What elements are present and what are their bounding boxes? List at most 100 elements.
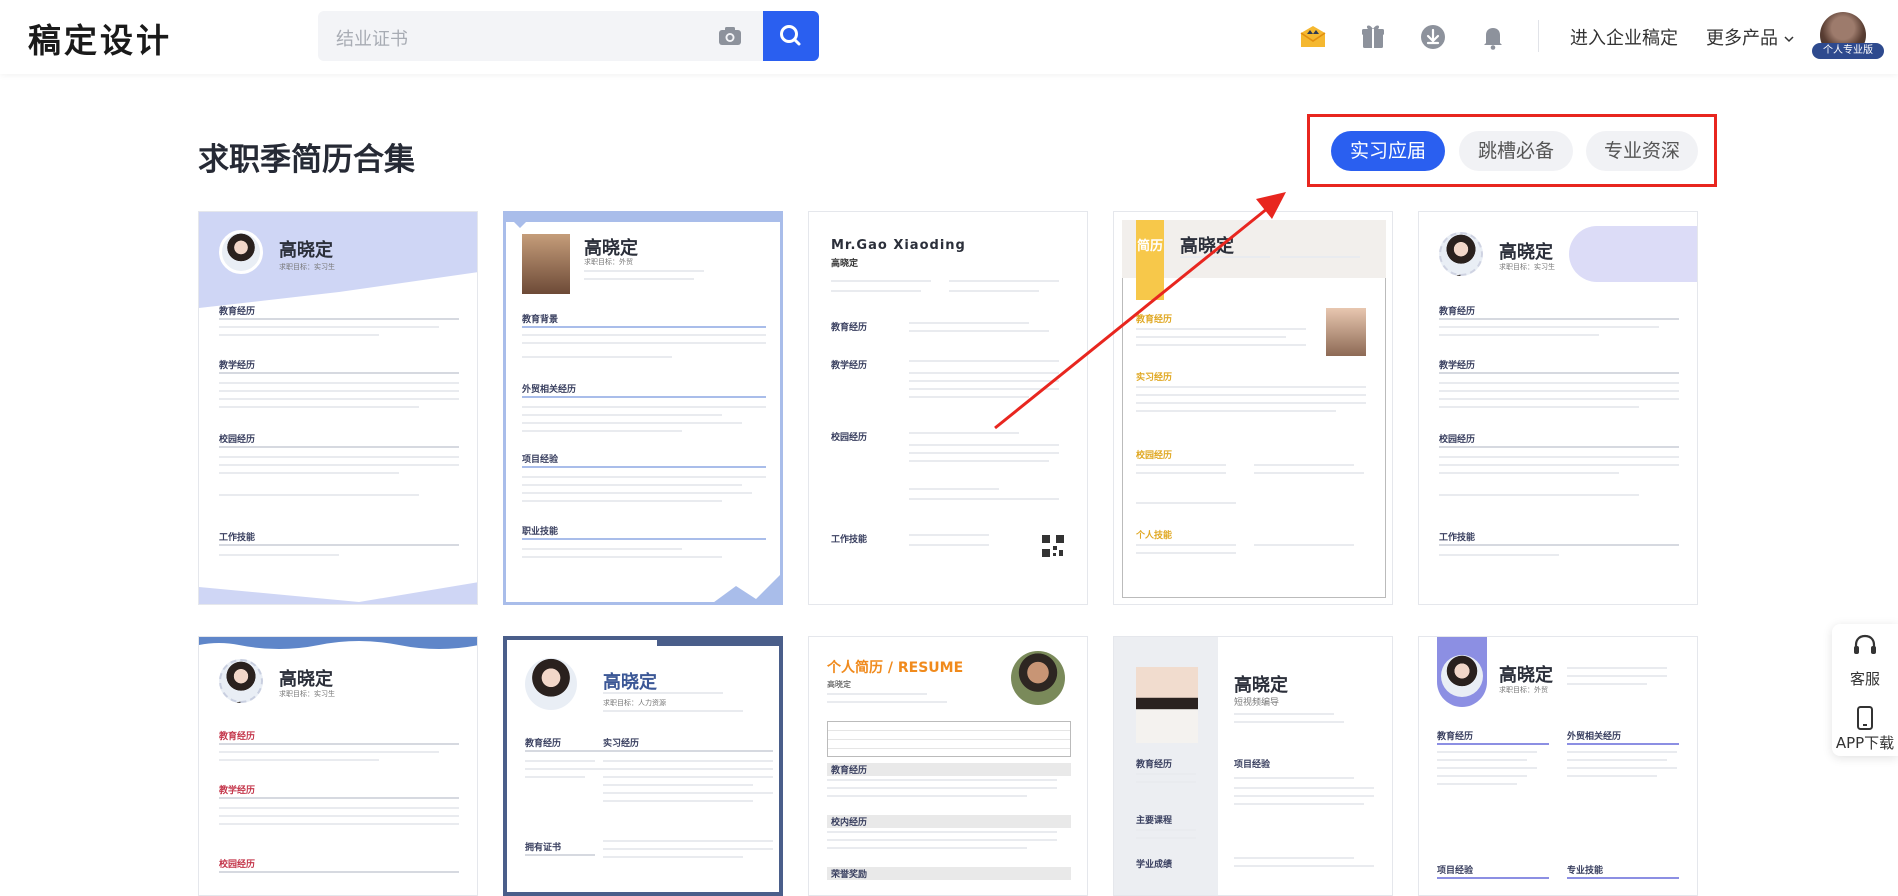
download-icon[interactable] xyxy=(1418,22,1448,52)
resume-card[interactable]: 高晓定 求职目标：外贸 教育经历 外贸相关经历 项目经验 专业技能 xyxy=(1418,636,1698,896)
resume-section: 教育经历 xyxy=(1439,307,1476,317)
resume-section: 教育经历 xyxy=(831,323,868,333)
enterprise-link[interactable]: 进入企业稿定 xyxy=(1570,24,1678,50)
resume-card[interactable]: 高晓定 求职目标：实习生 教育经历 教学经历 校园经历 工作技能 xyxy=(198,211,478,605)
resume-subtitle: 高晓定 xyxy=(827,680,851,689)
resume-section: 校园经历 xyxy=(219,860,256,870)
resume-section: 教学经历 xyxy=(831,361,868,371)
resume-name: 高晓定 xyxy=(1499,665,1553,686)
resume-section: 实习经历 xyxy=(1136,373,1173,383)
app-download-label[interactable]: APP下载 xyxy=(1832,732,1898,753)
resume-card[interactable]: 高晓定 求职目标：实习生 教育经历 教学经历 校园经历 工作技能 xyxy=(1418,211,1698,605)
resume-name: Mr.Gao Xiaoding xyxy=(831,238,966,253)
resume-photo xyxy=(1326,308,1366,356)
resume-section: 教育经历 xyxy=(1136,315,1173,325)
resume-card[interactable]: 高晓定 求职目标：外贸 教育背景 外贸相关经历 项目经验 职业技能 xyxy=(503,211,783,605)
resume-photo xyxy=(1011,651,1065,705)
resume-photo xyxy=(1136,667,1198,743)
card-background xyxy=(199,637,477,649)
resume-section: 工作技能 xyxy=(219,533,256,543)
header-divider xyxy=(1538,20,1539,52)
resume-section: 外贸相关经历 xyxy=(1567,732,1622,742)
qr-code-icon xyxy=(1041,534,1065,558)
side-toolbar: 客服 APP下载 xyxy=(1832,624,1898,756)
resume-subtitle: 高晓定 xyxy=(831,259,859,269)
top-header: 稿定设计 结业证书 进入企业稿定 更多产品 个人专业版 xyxy=(0,0,1898,74)
resume-card[interactable]: 高晓定 短视频编导 教育经历 项目经验 主要课程 学业成绩 xyxy=(1113,636,1393,896)
resume-tag: 简历 xyxy=(1136,220,1164,300)
resume-section: 教育经历 xyxy=(827,763,1071,776)
resume-section: 个人技能 xyxy=(1136,531,1173,541)
resume-card[interactable]: 高晓定 求职目标：实习生 教育经历 教学经历 校园经历 xyxy=(198,636,478,896)
resume-section: 教育经历 xyxy=(219,307,256,317)
resume-name: 高晓定 xyxy=(279,669,333,690)
resume-section: 教育经历 xyxy=(219,732,256,742)
resume-section: 工作技能 xyxy=(831,535,868,545)
camera-icon[interactable] xyxy=(718,26,742,46)
more-products-menu[interactable]: 更多产品 xyxy=(1706,24,1794,50)
search-input[interactable]: 结业证书 xyxy=(336,25,408,51)
tab-job-change[interactable]: 跳槽必备 xyxy=(1459,131,1573,171)
resume-section: 实习经历 xyxy=(603,739,640,749)
avatar-badge: 个人专业版 xyxy=(1812,43,1884,59)
headset-icon[interactable] xyxy=(1852,634,1878,658)
resume-section: 专业技能 xyxy=(1567,866,1604,876)
more-products-label: 更多产品 xyxy=(1706,28,1778,49)
resume-photo xyxy=(219,230,263,274)
vip-crown-icon[interactable] xyxy=(1298,22,1328,52)
phone-icon[interactable] xyxy=(1856,706,1874,730)
resume-card[interactable]: Mr.Gao Xiaoding 高晓定 教育经历 教学经历 校园经历 工作技能 xyxy=(808,211,1088,605)
resume-section: 教学经历 xyxy=(1439,361,1476,371)
resume-name: 高晓定 xyxy=(1499,242,1553,263)
resume-section: 教育背景 xyxy=(522,315,559,325)
resume-subtitle: 求职目标：人力资源 xyxy=(603,699,666,707)
resume-section: 主要课程 xyxy=(1136,816,1173,826)
resume-section: 校园经历 xyxy=(1439,435,1476,445)
resume-name: 高晓定 xyxy=(279,240,333,261)
resume-subtitle: 短视频编导 xyxy=(1234,698,1280,708)
resume-section: 教育经历 xyxy=(525,739,562,749)
tab-internship[interactable]: 实习应届 xyxy=(1331,131,1445,171)
resume-section: 教育经历 xyxy=(1437,732,1474,742)
resume-section: 教学经历 xyxy=(219,361,256,371)
resume-section: 项目经验 xyxy=(1234,760,1271,770)
resume-name: 个人简历 / RESUME xyxy=(827,660,964,676)
resume-subtitle: 求职目标：外贸 xyxy=(584,258,633,266)
resume-name: 高晓定 xyxy=(1180,236,1234,257)
gift-icon[interactable] xyxy=(1358,22,1388,52)
resume-section: 学业成绩 xyxy=(1136,860,1173,870)
resume-name: 高晓定 xyxy=(1234,675,1288,696)
resume-photo xyxy=(525,658,577,710)
resume-photo xyxy=(219,659,263,703)
resume-section: 工作技能 xyxy=(1439,533,1476,543)
resume-subtitle: 求职目标：实习生 xyxy=(279,263,335,271)
search-button[interactable] xyxy=(763,11,819,61)
resume-section: 教育经历 xyxy=(1136,760,1173,770)
search-bar[interactable]: 结业证书 xyxy=(318,11,819,61)
tab-senior[interactable]: 专业资深 xyxy=(1586,131,1698,171)
resume-name: 高晓定 xyxy=(603,672,657,693)
chevron-down-icon xyxy=(1784,36,1794,43)
resume-subtitle: 求职目标：外贸 xyxy=(1499,686,1548,694)
resume-section: 教学经历 xyxy=(219,786,256,796)
resume-section: 荣誉奖励 xyxy=(827,867,1071,880)
bell-icon[interactable] xyxy=(1478,22,1508,52)
customer-service-label[interactable]: 客服 xyxy=(1832,668,1898,689)
resume-subtitle: 求职目标：实习生 xyxy=(1499,263,1555,271)
section-title: 求职季简历合集 xyxy=(198,142,415,178)
resume-section: 拥有证书 xyxy=(525,843,562,853)
resume-photo xyxy=(522,234,570,294)
resume-card[interactable]: 个人简历 / RESUME 高晓定 教育经历 校内经历 荣誉奖励 xyxy=(808,636,1088,896)
resume-section: 校内经历 xyxy=(827,815,1071,828)
resume-section: 校园经历 xyxy=(831,433,868,443)
resume-section: 项目经验 xyxy=(522,455,559,465)
resume-section: 校园经历 xyxy=(219,435,256,445)
resume-subtitle: 求职目标：实习生 xyxy=(279,690,335,698)
logo[interactable]: 稿定设计 xyxy=(28,14,172,62)
resume-card[interactable]: 简历 高晓定 教育经历 实习经历 校园经历 个人技能 xyxy=(1113,211,1393,605)
resume-card[interactable]: 高晓定 求职目标：人力资源 教育经历 实习经历 拥有证书 xyxy=(503,636,783,896)
resume-section: 校园经历 xyxy=(1136,451,1173,461)
resume-section: 外贸相关经历 xyxy=(522,385,577,395)
resume-section: 职业技能 xyxy=(522,527,559,537)
resume-section: 项目经验 xyxy=(1437,866,1474,876)
